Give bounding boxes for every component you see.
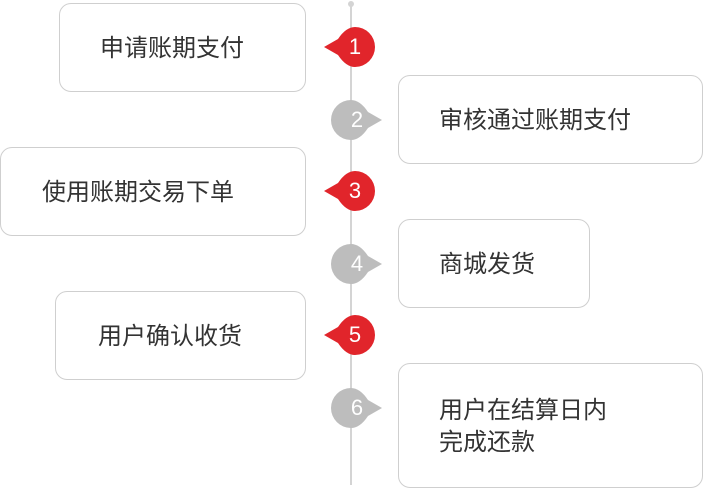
step-1-box: 申请账期支付	[59, 3, 306, 92]
step-4-box: 商城发货	[398, 219, 590, 308]
step-4-marker: 4	[331, 244, 391, 284]
step-1-marker: 1	[322, 27, 382, 67]
step-2-box: 审核通过账期支付	[398, 75, 703, 164]
step-4-number: 4	[350, 251, 364, 276]
step-2-text: 审核通过账期支付	[439, 105, 631, 134]
step-2-number: 2	[350, 107, 364, 132]
step-1-text: 申请账期支付	[100, 33, 244, 62]
step-6-text: 用户在结算日内 完成还款	[439, 395, 607, 456]
step-5-box: 用户确认收货	[55, 291, 306, 380]
step-5-marker: 5	[322, 315, 382, 355]
step-3-marker: 3	[322, 171, 382, 211]
step-5-text: 用户确认收货	[98, 321, 242, 350]
step-3-text: 使用账期交易下单	[42, 177, 234, 206]
step-3-number: 3	[348, 178, 362, 203]
step-5-number: 5	[348, 322, 362, 347]
step-1-number: 1	[348, 34, 362, 59]
process-timeline: 申请账期支付 1 审核通过账期支付 2 使用账期交易下单 3 商城发货 4 用户…	[0, 0, 703, 489]
step-6-box: 用户在结算日内 完成还款	[398, 363, 703, 488]
step-6-number: 6	[350, 395, 364, 420]
step-2-marker: 2	[331, 100, 391, 140]
step-6-marker: 6	[331, 388, 391, 428]
step-4-text: 商城发货	[439, 249, 535, 278]
step-3-box: 使用账期交易下单	[0, 147, 306, 236]
